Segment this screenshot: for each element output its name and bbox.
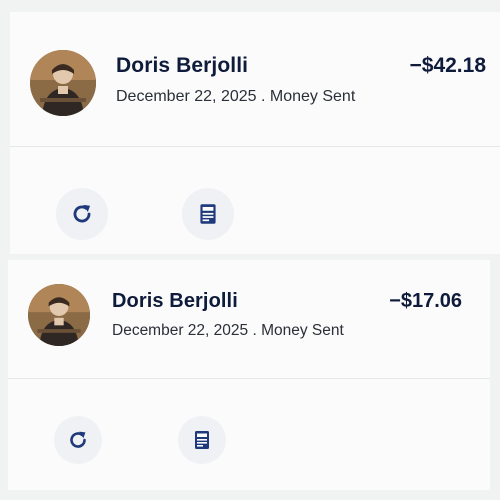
transaction-card[interactable]: Doris Berjolli −$42.18 December 22, 2025… [10, 12, 500, 254]
receipt-icon [195, 431, 209, 449]
refresh-icon [70, 431, 86, 448]
transaction-amount: −$17.06 [389, 290, 462, 312]
repeat-button[interactable] [54, 416, 102, 464]
transaction-amount: −$42.18 [409, 54, 487, 77]
meta-separator: . [260, 88, 266, 105]
transaction-type: Money Sent [269, 88, 356, 105]
transaction-card[interactable]: Doris Berjolli −$17.06 December 22, 2025… [8, 260, 490, 490]
refresh-icon [73, 204, 91, 223]
avatar [28, 284, 90, 346]
receipt-icon [200, 204, 216, 224]
transaction-date: December 22, 2025 [116, 88, 257, 105]
meta-separator: . [252, 322, 257, 339]
receipt-button[interactable] [182, 188, 234, 240]
transaction-type: Money Sent [261, 322, 344, 339]
contact-name: Doris Berjolli [116, 54, 249, 77]
avatar [30, 50, 96, 116]
transaction-meta: December 22, 2025 . Money Sent [116, 88, 355, 106]
repeat-button[interactable] [56, 188, 108, 240]
transaction-meta: December 22, 2025 . Money Sent [112, 322, 344, 340]
contact-name: Doris Berjolli [112, 290, 238, 312]
divider [10, 146, 500, 147]
divider [8, 378, 490, 379]
receipt-button[interactable] [178, 416, 226, 464]
transaction-date: December 22, 2025 [112, 322, 249, 339]
